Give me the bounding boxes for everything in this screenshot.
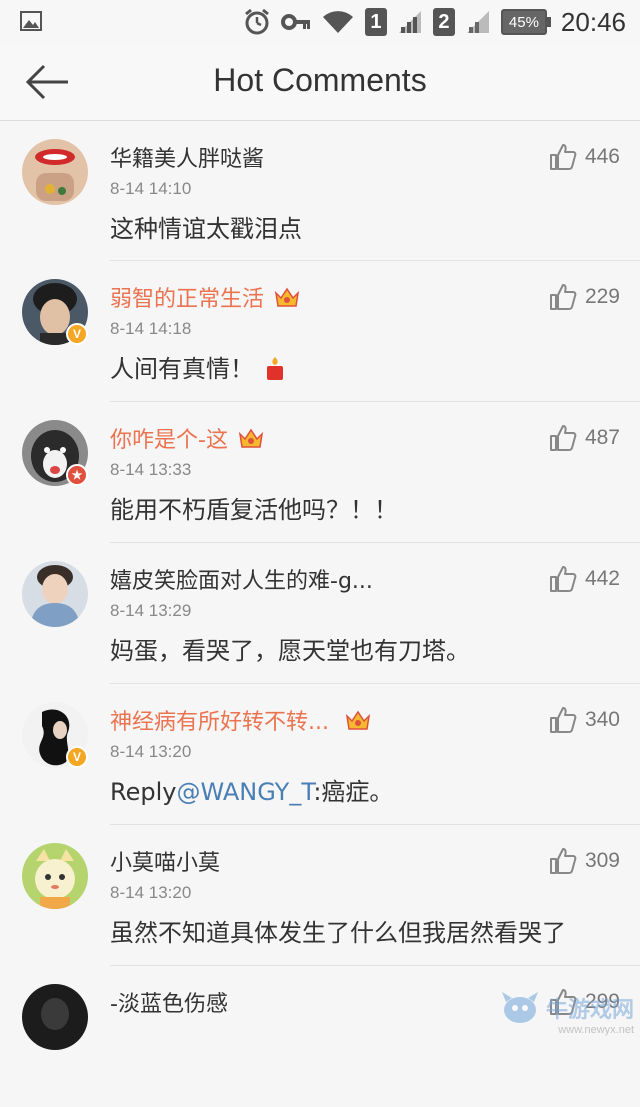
comment-text-content: 人间有真情！ xyxy=(110,355,254,383)
comment-text: 虽然不知道具体发生了什么但我居然看哭了 xyxy=(110,919,566,947)
username-text[interactable]: 小莫喵小莫 xyxy=(110,845,220,877)
candle-emoji-icon xyxy=(267,357,283,380)
signal-icon-2 xyxy=(466,11,489,33)
verified-badge: ★ xyxy=(66,464,88,486)
comment-username[interactable]: 小莫喵小莫 xyxy=(110,845,220,877)
thumbs-up-icon xyxy=(549,848,577,874)
like-button[interactable]: 309 xyxy=(549,847,620,875)
wifi-icon xyxy=(322,11,353,33)
comment-username[interactable]: -淡蓝色伤感 xyxy=(110,986,228,1018)
comment-text: 这种情谊太戳泪点 xyxy=(110,215,302,243)
thumbs-up-icon xyxy=(549,425,577,451)
alarm-icon xyxy=(244,8,269,35)
like-button[interactable]: 487 xyxy=(549,424,620,452)
like-button[interactable]: 229 xyxy=(549,283,620,311)
like-count: 309 xyxy=(584,849,620,872)
username-text[interactable]: 华籍美人胖哒酱 xyxy=(110,141,264,173)
like-button[interactable]: 446 xyxy=(549,143,620,171)
like-count: 446 xyxy=(584,145,620,168)
comment-item: V 弱智的正常生活 8-14 14:18 人间有真情！ 229 xyxy=(0,261,640,402)
like-count: 229 xyxy=(584,285,620,308)
sim2-indicator: 2 xyxy=(432,8,455,36)
comment-list: 华籍美人胖哒酱 8-14 14:10 这种情谊太戳泪点 446 V 弱智的正常生… xyxy=(0,121,640,1107)
top-nav-bar: Hot Comments xyxy=(0,44,640,121)
comment-time: 8-14 13:29 xyxy=(110,601,192,620)
reply-text: :癌症。 xyxy=(313,778,394,806)
like-button[interactable]: 340 xyxy=(549,706,620,734)
comment-text: 人间有真情！ xyxy=(110,349,288,384)
status-bar: 1 2 45% 20:46 xyxy=(0,0,640,44)
watermark-logo-icon xyxy=(501,992,538,1023)
comment-time: 8-14 13:20 xyxy=(110,742,192,761)
username-text[interactable]: -淡蓝色伤感 xyxy=(110,986,228,1018)
username-text[interactable]: 神经病有所好转不转... xyxy=(110,704,329,736)
thumbs-up-icon xyxy=(549,144,577,170)
mention-link[interactable]: @WANGY_T xyxy=(176,778,313,806)
signal-icon-1 xyxy=(398,11,421,33)
comment-username[interactable]: 弱智的正常生活 xyxy=(110,281,300,313)
watermark-text: 牛游戏网 xyxy=(545,998,634,1023)
status-time: 20:46 xyxy=(560,6,626,37)
comment-username[interactable]: 嬉皮笑脸面对人生的难-g... xyxy=(110,563,373,595)
thumbs-up-icon xyxy=(549,707,577,733)
like-count: 487 xyxy=(584,426,620,449)
page-title: Hot Comments xyxy=(213,62,427,98)
comment-item: V 神经病有所好转不转... 8-14 13:20 Reply@WANGY_T:… xyxy=(0,684,640,825)
comment-time: 8-14 14:10 xyxy=(110,179,192,198)
comment-text: 能用不朽盾复活他吗？！！ xyxy=(110,496,398,524)
comment-item: ★ 你咋是个-这 8-14 13:33 能用不朽盾复活他吗？！！ 487 xyxy=(0,402,640,543)
username-text[interactable]: 弱智的正常生活 xyxy=(110,281,264,313)
vip-crown-icon xyxy=(238,428,264,448)
battery-indicator: 45% xyxy=(500,9,551,35)
watermark-url: www.newyx.net xyxy=(558,1024,634,1036)
avatar[interactable] xyxy=(22,984,88,1050)
image-notification-icon xyxy=(20,11,42,31)
like-count: 340 xyxy=(584,708,620,731)
username-text[interactable]: 你咋是个-这 xyxy=(110,422,228,454)
comment-item: 嬉皮笑脸面对人生的难-g... 8-14 13:29 妈蛋，看哭了，愿天堂也有刀… xyxy=(0,543,640,684)
comment-time: 8-14 14:18 xyxy=(110,319,192,338)
like-button[interactable]: 442 xyxy=(549,565,620,593)
reply-prefix: Reply xyxy=(110,778,177,806)
comment-time: 8-14 13:20 xyxy=(110,883,192,902)
thumbs-up-icon xyxy=(549,284,577,310)
comment-item: 华籍美人胖哒酱 8-14 14:10 这种情谊太戳泪点 446 xyxy=(0,121,640,261)
vip-crown-icon xyxy=(345,710,371,730)
verified-badge: V xyxy=(66,323,88,345)
comment-username[interactable]: 华籍美人胖哒酱 xyxy=(110,141,264,173)
sim1-indicator: 1 xyxy=(364,8,387,36)
watermark: 牛游戏网 www.newyx.net xyxy=(500,990,634,1036)
comment-item: -淡蓝色伤感 299 xyxy=(0,966,640,1107)
key-icon xyxy=(280,14,310,30)
comment-text: 妈蛋，看哭了，愿天堂也有刀塔。 xyxy=(110,637,470,665)
username-text[interactable]: 嬉皮笑脸面对人生的难-g... xyxy=(110,563,373,595)
thumbs-up-icon xyxy=(549,566,577,592)
comment-username[interactable]: 你咋是个-这 xyxy=(110,422,264,454)
avatar[interactable] xyxy=(22,139,88,205)
comment-item: 小莫喵小莫 8-14 13:20 虽然不知道具体发生了什么但我居然看哭了 309 xyxy=(0,825,640,966)
comment-time: 8-14 13:33 xyxy=(110,460,192,479)
comment-username[interactable]: 神经病有所好转不转... xyxy=(110,704,371,736)
vip-crown-icon xyxy=(274,287,300,307)
comment-text: Reply@WANGY_T:癌症。 xyxy=(110,772,393,807)
avatar[interactable] xyxy=(22,843,88,909)
avatar[interactable] xyxy=(22,561,88,627)
verified-badge: V xyxy=(66,746,88,768)
like-count: 442 xyxy=(584,567,620,590)
